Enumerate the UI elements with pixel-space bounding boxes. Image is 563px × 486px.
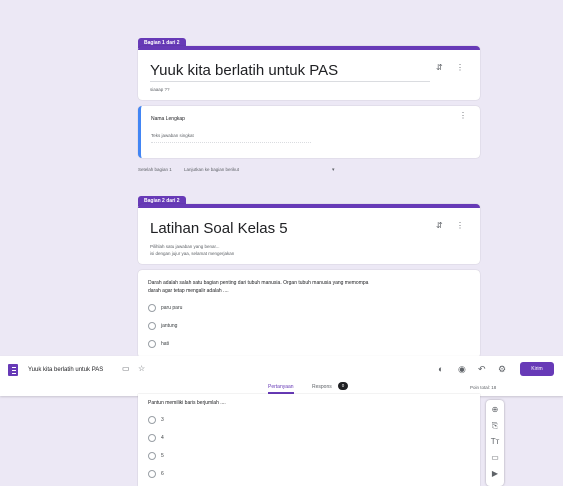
side-toolbar: ⊕ ⎘ Tт ▭ ▶ — [486, 400, 504, 486]
name-question-label[interactable]: Nama Lengkap — [151, 116, 185, 122]
question-1-text-line2[interactable]: darah agar tetap mengalir adalah .... — [148, 288, 229, 294]
radio-icon[interactable] — [148, 416, 156, 424]
form-description[interactable]: siaaap ?? — [150, 87, 170, 92]
preview-eye-icon[interactable]: ◉ — [458, 365, 466, 374]
import-questions-icon[interactable]: ⎘ — [492, 422, 498, 430]
section-1-header-card[interactable]: Yuuk kita berlatih untuk PAS siaaap ?? ⇵… — [138, 46, 480, 100]
collapse-icon[interactable]: ⇵ — [436, 222, 443, 230]
option-item[interactable]: paru paru — [148, 302, 182, 314]
tab-questions[interactable]: Pertanyaan — [268, 384, 294, 394]
collapse-icon[interactable]: ⇵ — [436, 64, 443, 72]
short-answer-line — [151, 142, 311, 143]
form-title[interactable]: Yuuk kita berlatih untuk PAS — [150, 62, 338, 79]
dropdown-arrow-icon[interactable]: ▾ — [332, 167, 335, 173]
more-vert-icon[interactable]: ⋮ — [459, 112, 467, 120]
add-video-icon[interactable]: ▶ — [492, 470, 498, 478]
tab-responses[interactable]: Respons — [312, 384, 332, 390]
radio-icon[interactable] — [148, 340, 156, 348]
radio-icon[interactable] — [148, 322, 156, 330]
section-2-header-card[interactable]: Latihan Soal Kelas 5 Pilihlah satu jawab… — [138, 204, 480, 264]
radio-icon[interactable] — [148, 470, 156, 478]
add-question-icon[interactable]: ⊕ — [492, 406, 499, 414]
option-item[interactable]: jantung — [148, 320, 177, 332]
option-item[interactable]: 3 — [148, 414, 164, 426]
editor-topbar: Yuuk kita berlatih untuk PAS ▭ ☆ ◐ ◉ ↶ ⚙… — [0, 356, 563, 396]
palette-icon[interactable]: ◐ — [438, 365, 443, 374]
more-vert-icon[interactable]: ⋮ — [456, 64, 464, 72]
radio-icon[interactable] — [148, 452, 156, 460]
undo-icon[interactable]: ↶ — [478, 365, 486, 374]
option-item[interactable]: 6 — [148, 468, 164, 480]
after-section-select[interactable]: Lanjutkan ke bagian berikut — [184, 167, 239, 172]
radio-icon[interactable] — [148, 434, 156, 442]
section-2-description-line1[interactable]: Pilihlah satu jawaban yang benar... — [150, 244, 220, 249]
add-title-icon[interactable]: Tт — [491, 438, 500, 446]
forms-logo-icon[interactable] — [8, 364, 18, 376]
total-points: Poin total: 18 — [470, 385, 497, 390]
question-1-card[interactable]: Darah adalah salah satu bagian penting d… — [138, 270, 480, 358]
name-question-card[interactable]: Nama Lengkap Teks jawaban singkat ⋮ — [138, 106, 480, 158]
after-section-label: Setelah bagian 1 — [138, 167, 172, 172]
question-2-card[interactable]: Pantun memiliki baris berjumlah .... 3 4… — [138, 394, 480, 486]
short-answer-placeholder: Teks jawaban singkat — [151, 133, 194, 138]
question-1-text-line1[interactable]: Darah adalah salah satu bagian penting d… — [148, 280, 368, 286]
question-2-text[interactable]: Pantun memiliki baris berjumlah .... — [148, 400, 226, 406]
radio-icon[interactable] — [148, 304, 156, 312]
option-item[interactable]: 5 — [148, 450, 164, 462]
folder-icon[interactable]: ▭ — [122, 365, 130, 373]
topbar-form-title[interactable]: Yuuk kita berlatih untuk PAS — [28, 367, 103, 373]
response-count-badge: 0 — [338, 382, 348, 390]
star-icon[interactable]: ☆ — [138, 365, 145, 373]
option-item[interactable]: hati — [148, 338, 169, 350]
option-item[interactable]: 4 — [148, 432, 164, 444]
more-vert-icon[interactable]: ⋮ — [456, 222, 464, 230]
settings-gear-icon[interactable]: ⚙ — [498, 365, 506, 374]
section-2-description-line2[interactable]: isi dengan jujur yaa, selamat mengerjaka… — [150, 251, 234, 256]
section-2-title[interactable]: Latihan Soal Kelas 5 — [150, 220, 288, 237]
add-image-icon[interactable]: ▭ — [491, 454, 499, 462]
title-underline — [150, 81, 430, 82]
send-button[interactable]: Kirim — [520, 362, 554, 376]
